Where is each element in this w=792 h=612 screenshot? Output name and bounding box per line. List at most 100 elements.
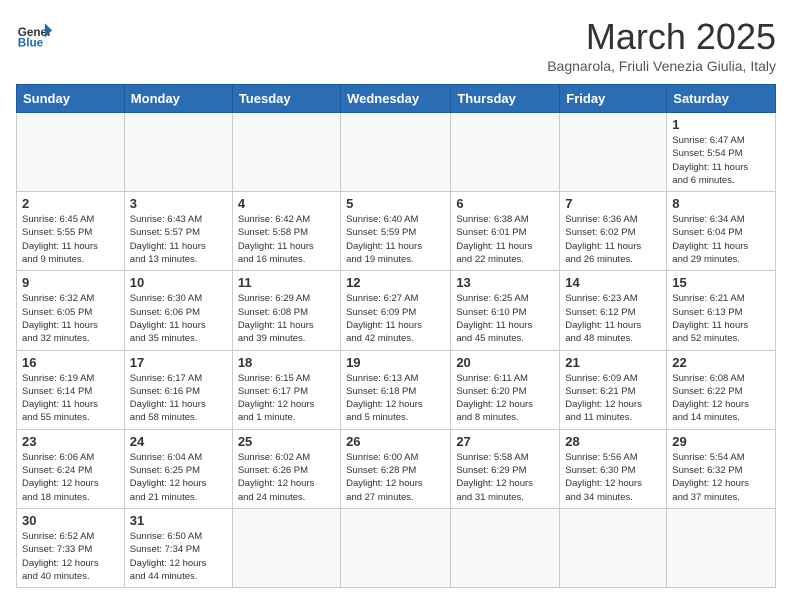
weekday-header-saturday: Saturday	[667, 85, 776, 113]
day-info: Sunrise: 6:34 AM Sunset: 6:04 PM Dayligh…	[672, 213, 770, 266]
location-subtitle: Bagnarola, Friuli Venezia Giulia, Italy	[547, 58, 776, 74]
calendar-cell: 24 Sunrise: 6:04 AM Sunset: 6:25 PM Dayli…	[124, 429, 232, 508]
day-number: 5	[346, 196, 445, 211]
day-number: 2	[22, 196, 119, 211]
calendar-cell: 10 Sunrise: 6:30 AM Sunset: 6:06 PM Dayli…	[124, 271, 232, 350]
calendar-cell	[560, 113, 667, 192]
day-info: Sunrise: 6:47 AM Sunset: 5:54 PM Dayligh…	[672, 134, 770, 187]
calendar-cell: 3Sunrise: 6:43 AM Sunset: 5:57 PM Daylig…	[124, 192, 232, 271]
day-info: Sunrise: 6:45 AM Sunset: 5:55 PM Dayligh…	[22, 213, 119, 266]
day-info: Sunrise: 6:02 AM Sunset: 6:26 PM Dayligh…	[238, 451, 335, 504]
calendar-cell: 1 Sunrise: 6:47 AM Sunset: 5:54 PM Daylig…	[667, 113, 776, 192]
day-number: 18	[238, 355, 335, 370]
day-number: 20	[456, 355, 554, 370]
calendar-cell	[341, 113, 451, 192]
calendar-table: SundayMondayTuesdayWednesdayThursdayFrid…	[16, 84, 776, 588]
calendar-cell: 19Sunrise: 6:13 AM Sunset: 6:18 PM Dayli…	[341, 350, 451, 429]
calendar-week-1: 1 Sunrise: 6:47 AM Sunset: 5:54 PM Daylig…	[17, 113, 776, 192]
day-number: 22	[672, 355, 770, 370]
svg-text:Blue: Blue	[18, 37, 44, 50]
day-info: Sunrise: 6:52 AM Sunset: 7:33 PM Dayligh…	[22, 530, 119, 583]
day-number: 10	[130, 275, 227, 290]
calendar-cell: 14Sunrise: 6:23 AM Sunset: 6:12 PM Dayli…	[560, 271, 667, 350]
day-info: Sunrise: 6:06 AM Sunset: 6:24 PM Dayligh…	[22, 451, 119, 504]
calendar-cell	[17, 113, 125, 192]
day-info: Sunrise: 6:15 AM Sunset: 6:17 PM Dayligh…	[238, 372, 335, 425]
day-number: 21	[565, 355, 661, 370]
day-number: 12	[346, 275, 445, 290]
day-number: 27	[456, 434, 554, 449]
day-info: Sunrise: 6:30 AM Sunset: 6:06 PM Dayligh…	[130, 292, 227, 345]
calendar-cell: 20 Sunrise: 6:11 AM Sunset: 6:20 PM Dayli…	[451, 350, 560, 429]
calendar-cell: 30Sunrise: 6:52 AM Sunset: 7:33 PM Dayli…	[17, 508, 125, 587]
day-number: 6	[456, 196, 554, 211]
day-info: Sunrise: 6:43 AM Sunset: 5:57 PM Dayligh…	[130, 213, 227, 266]
day-info: Sunrise: 6:27 AM Sunset: 6:09 PM Dayligh…	[346, 292, 445, 345]
day-number: 7	[565, 196, 661, 211]
day-info: Sunrise: 6:19 AM Sunset: 6:14 PM Dayligh…	[22, 372, 119, 425]
calendar-cell	[667, 508, 776, 587]
calendar-cell: 16 Sunrise: 6:19 AM Sunset: 6:14 PM Dayli…	[17, 350, 125, 429]
day-number: 31	[130, 513, 227, 528]
day-info: Sunrise: 6:25 AM Sunset: 6:10 PM Dayligh…	[456, 292, 554, 345]
calendar-cell: 15Sunrise: 6:21 AM Sunset: 6:13 PM Dayli…	[667, 271, 776, 350]
title-block: March 2025 Bagnarola, Friuli Venezia Giu…	[547, 16, 776, 74]
calendar-cell: 8 Sunrise: 6:34 AM Sunset: 6:04 PM Daylig…	[667, 192, 776, 271]
day-number: 4	[238, 196, 335, 211]
day-number: 17	[130, 355, 227, 370]
calendar-week-3: 9 Sunrise: 6:32 AM Sunset: 6:05 PM Daylig…	[17, 271, 776, 350]
calendar-cell: 4Sunrise: 6:42 AM Sunset: 5:58 PM Daylig…	[232, 192, 340, 271]
weekday-header-friday: Friday	[560, 85, 667, 113]
day-info: Sunrise: 6:29 AM Sunset: 6:08 PM Dayligh…	[238, 292, 335, 345]
day-number: 16	[22, 355, 119, 370]
calendar-cell	[451, 113, 560, 192]
calendar-cell: 26Sunrise: 6:00 AM Sunset: 6:28 PM Dayli…	[341, 429, 451, 508]
day-number: 1	[672, 117, 770, 132]
calendar-cell: 18 Sunrise: 6:15 AM Sunset: 6:17 PM Dayli…	[232, 350, 340, 429]
calendar-week-2: 2 Sunrise: 6:45 AM Sunset: 5:55 PM Daylig…	[17, 192, 776, 271]
calendar-cell	[232, 113, 340, 192]
day-info: Sunrise: 6:04 AM Sunset: 6:25 PM Dayligh…	[130, 451, 227, 504]
day-info: Sunrise: 6:08 AM Sunset: 6:22 PM Dayligh…	[672, 372, 770, 425]
day-info: Sunrise: 6:11 AM Sunset: 6:20 PM Dayligh…	[456, 372, 554, 425]
day-number: 11	[238, 275, 335, 290]
calendar-cell: 21Sunrise: 6:09 AM Sunset: 6:21 PM Dayli…	[560, 350, 667, 429]
day-number: 28	[565, 434, 661, 449]
calendar-cell: 29Sunrise: 5:54 AM Sunset: 6:32 PM Dayli…	[667, 429, 776, 508]
calendar-cell: 31 Sunrise: 6:50 AM Sunset: 7:34 PM Dayli…	[124, 508, 232, 587]
calendar-cell: 12 Sunrise: 6:27 AM Sunset: 6:09 PM Dayli…	[341, 271, 451, 350]
day-info: Sunrise: 6:32 AM Sunset: 6:05 PM Dayligh…	[22, 292, 119, 345]
day-info: Sunrise: 6:40 AM Sunset: 5:59 PM Dayligh…	[346, 213, 445, 266]
day-number: 8	[672, 196, 770, 211]
day-number: 9	[22, 275, 119, 290]
calendar-week-4: 16 Sunrise: 6:19 AM Sunset: 6:14 PM Dayli…	[17, 350, 776, 429]
weekday-header-thursday: Thursday	[451, 85, 560, 113]
calendar-cell: 25 Sunrise: 6:02 AM Sunset: 6:26 PM Dayli…	[232, 429, 340, 508]
day-info: Sunrise: 6:17 AM Sunset: 6:16 PM Dayligh…	[130, 372, 227, 425]
day-number: 15	[672, 275, 770, 290]
logo-icon: General Blue	[16, 16, 52, 52]
day-info: Sunrise: 6:00 AM Sunset: 6:28 PM Dayligh…	[346, 451, 445, 504]
page-header: General Blue March 2025 Bagnarola, Friul…	[16, 16, 776, 74]
weekday-header-monday: Monday	[124, 85, 232, 113]
calendar-week-6: 30Sunrise: 6:52 AM Sunset: 7:33 PM Dayli…	[17, 508, 776, 587]
weekday-header-row: SundayMondayTuesdayWednesdayThursdayFrid…	[17, 85, 776, 113]
calendar-cell: 23 Sunrise: 6:06 AM Sunset: 6:24 PM Dayli…	[17, 429, 125, 508]
calendar-cell: 9 Sunrise: 6:32 AM Sunset: 6:05 PM Daylig…	[17, 271, 125, 350]
calendar-cell: 13Sunrise: 6:25 AM Sunset: 6:10 PM Dayli…	[451, 271, 560, 350]
calendar-cell	[560, 508, 667, 587]
calendar-cell	[232, 508, 340, 587]
month-title: March 2025	[547, 16, 776, 58]
weekday-header-sunday: Sunday	[17, 85, 125, 113]
calendar-cell: 2 Sunrise: 6:45 AM Sunset: 5:55 PM Daylig…	[17, 192, 125, 271]
calendar-cell	[124, 113, 232, 192]
day-number: 14	[565, 275, 661, 290]
day-number: 23	[22, 434, 119, 449]
day-number: 24	[130, 434, 227, 449]
calendar-cell: 6Sunrise: 6:38 AM Sunset: 6:01 PM Daylig…	[451, 192, 560, 271]
day-number: 25	[238, 434, 335, 449]
calendar-cell: 22 Sunrise: 6:08 AM Sunset: 6:22 PM Dayli…	[667, 350, 776, 429]
day-info: Sunrise: 6:50 AM Sunset: 7:34 PM Dayligh…	[130, 530, 227, 583]
calendar-cell	[451, 508, 560, 587]
weekday-header-tuesday: Tuesday	[232, 85, 340, 113]
